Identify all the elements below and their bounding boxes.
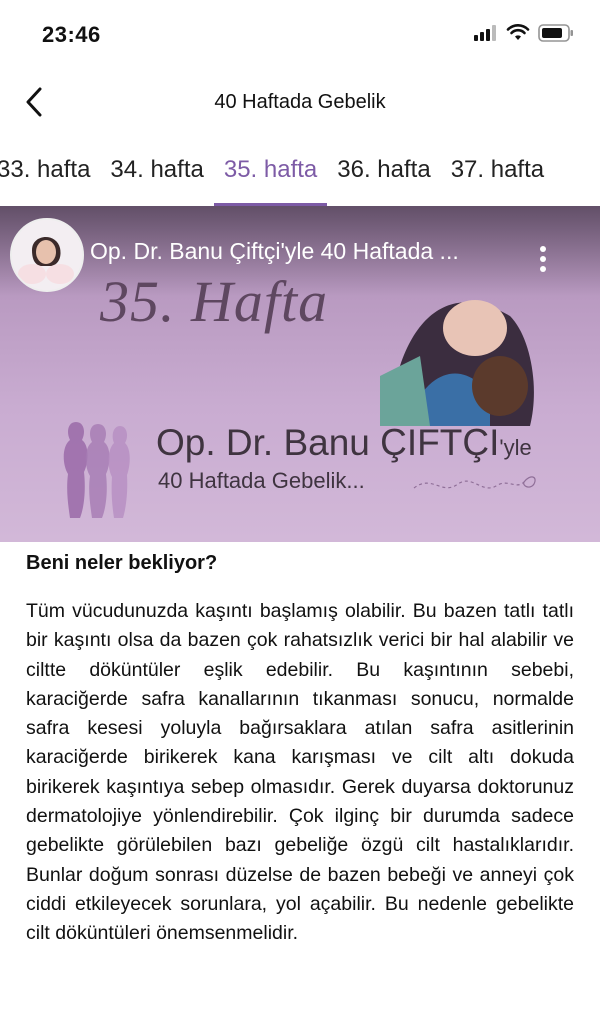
channel-avatar[interactable] (10, 218, 84, 292)
decorative-swirl (413, 476, 536, 489)
battery-icon (538, 24, 573, 42)
week-tabs: 33. hafta 34. hafta 35. hafta 36. hafta … (0, 148, 600, 206)
tab-week-34[interactable]: 34. hafta (100, 148, 213, 206)
tab-week-37[interactable]: 37. hafta (441, 148, 554, 206)
tab-week-33[interactable]: 33. hafta (0, 148, 100, 206)
tab-week-36[interactable]: 36. hafta (327, 148, 440, 206)
video-player[interactable]: Op. Dr. Banu ÇİFTÇİ'yle 40 Haftada Gebel… (0, 206, 600, 542)
video-title[interactable]: Op. Dr. Banu Çiftçi'yle 40 Haftada ... (90, 238, 459, 265)
wifi-icon (506, 24, 530, 40)
thumbnail-brand-name: Op. Dr. Banu ÇİFTÇİ (156, 422, 500, 463)
women-silhouettes-graphic (56, 420, 136, 525)
section-heading: Beni neler bekliyor? (26, 552, 218, 574)
article-paragraph: Tüm vücudunuzda kaşıntı başlamış olabili… (26, 600, 574, 945)
channel-avatar-image (12, 220, 82, 290)
status-bar: 23:46 (0, 0, 600, 70)
thumbnail-brand: Op. Dr. Banu ÇİFTÇİ'yle (156, 422, 532, 464)
signal-icon (474, 25, 496, 41)
thumbnail-subtitle: 40 Haftada Gebelik... (158, 468, 365, 493)
status-icons (474, 24, 574, 42)
video-menu-button[interactable] (532, 242, 554, 276)
article-content: Beni neler bekliyor? Tüm vücudunuzda kaş… (26, 548, 574, 949)
app-header: 40 Haftada Gebelik (0, 72, 600, 132)
thumbnail-script-title: 35. Hafta (100, 269, 329, 334)
status-time: 23:46 (42, 22, 101, 47)
thumbnail-brand-suffix: 'yle (499, 435, 532, 460)
tab-week-35[interactable]: 35. hafta (213, 148, 328, 206)
page-title: 40 Haftada Gebelik (214, 91, 386, 113)
more-vertical-icon (540, 246, 546, 272)
